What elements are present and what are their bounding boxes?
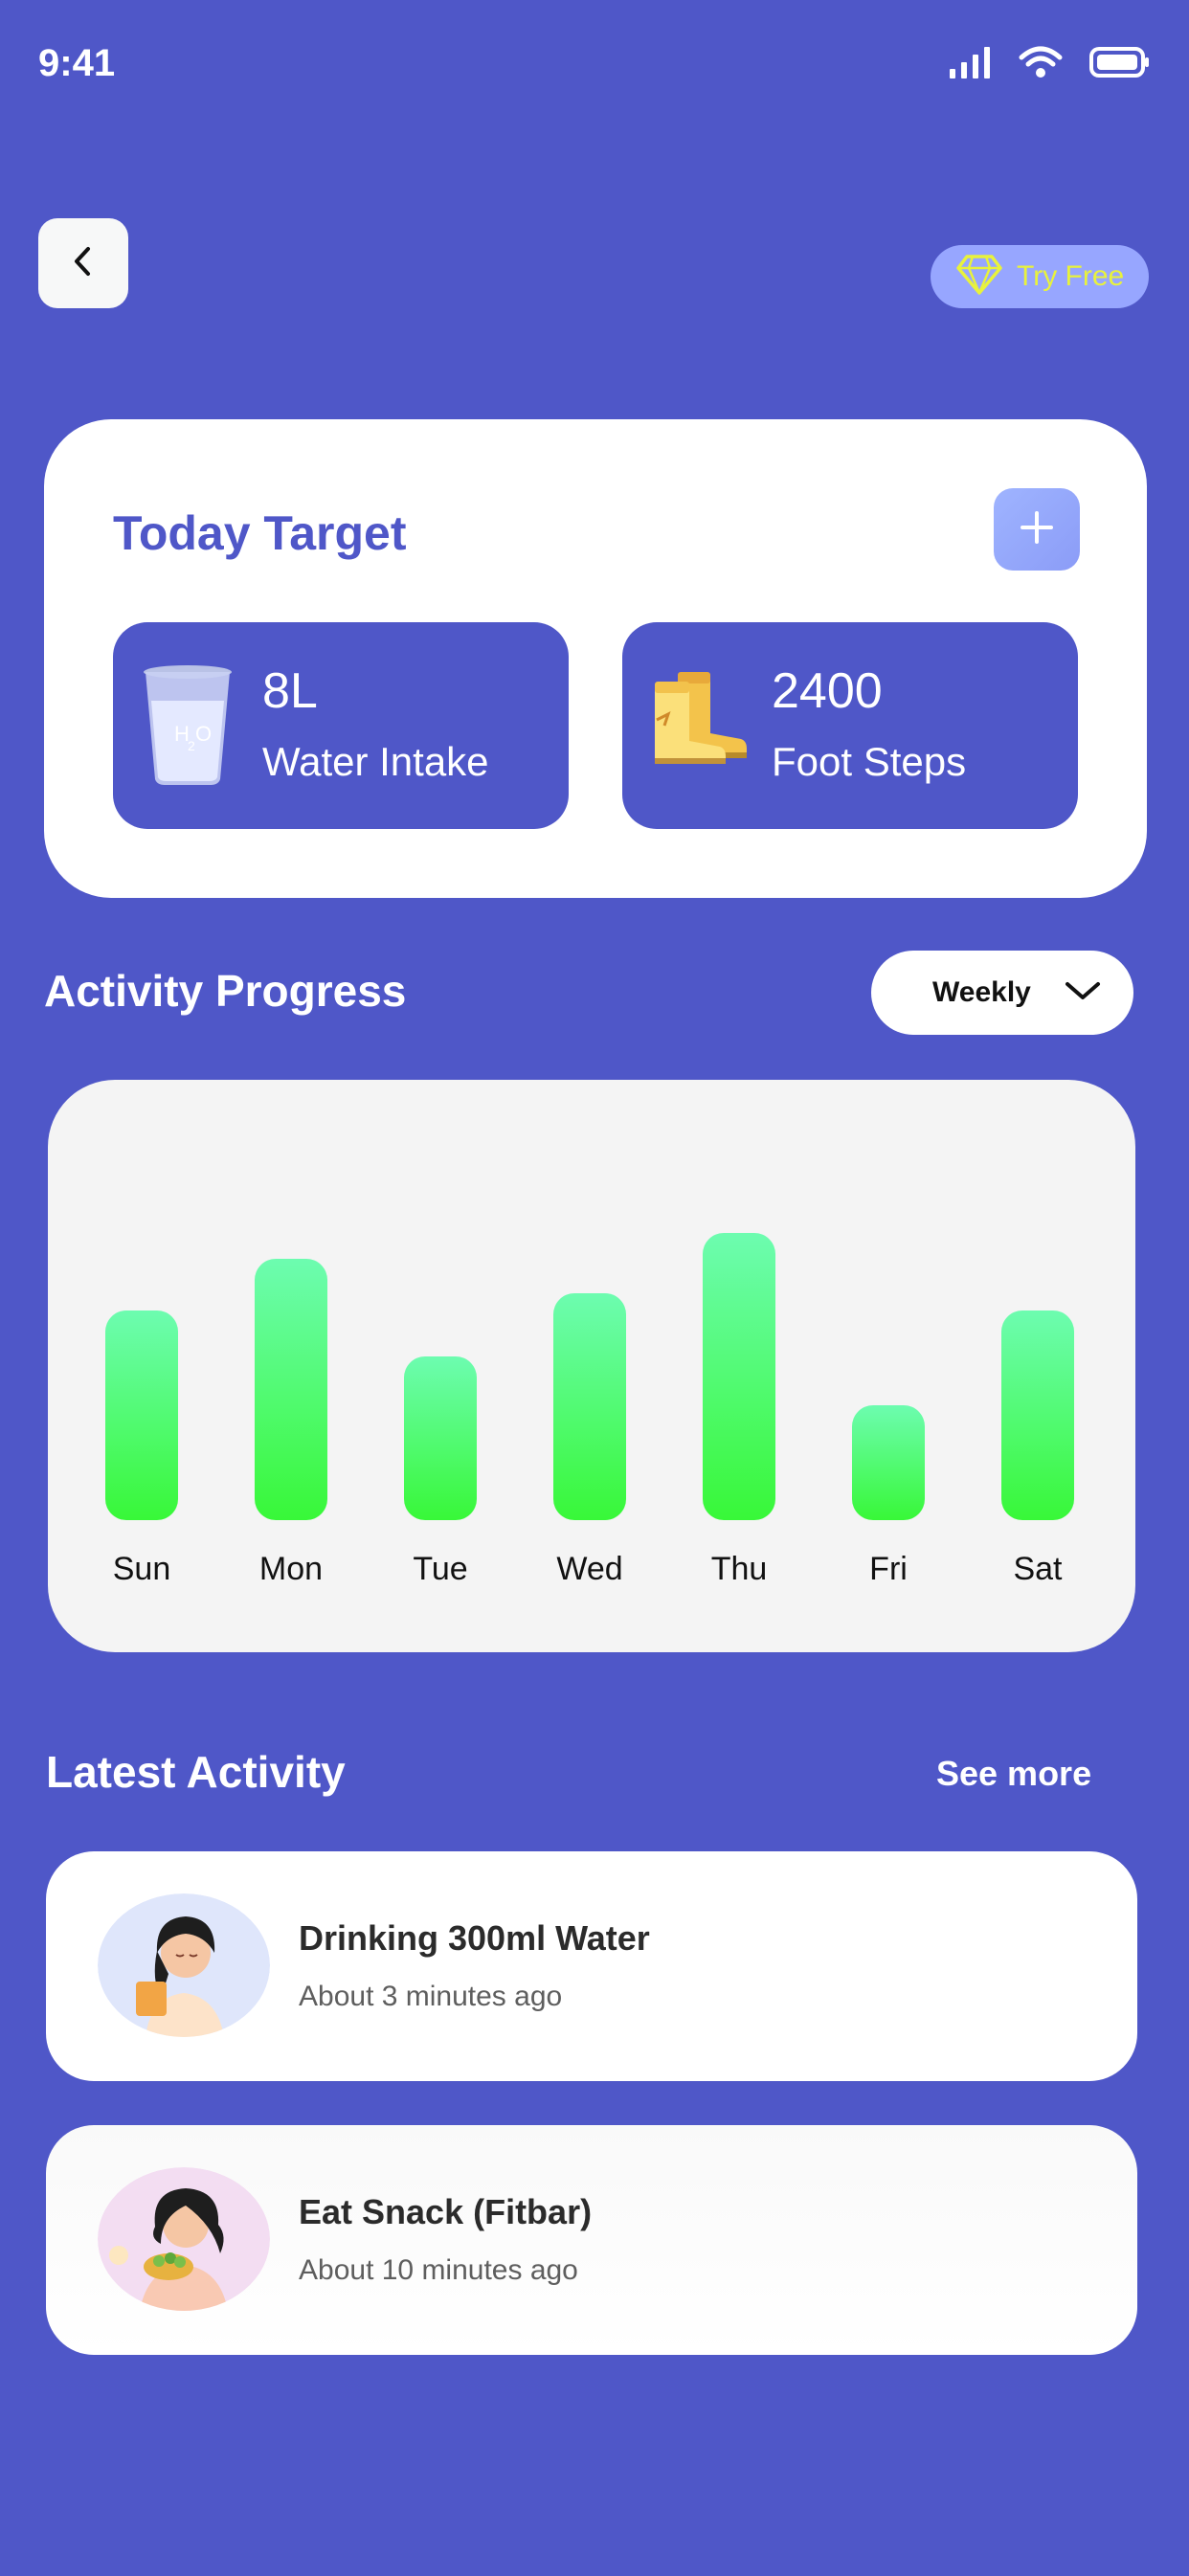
try-free-button[interactable]: Try Free: [931, 245, 1149, 308]
svg-text:2: 2: [188, 738, 195, 753]
period-dropdown[interactable]: Weekly: [871, 951, 1133, 1035]
x-tick-label: Sat: [1013, 1551, 1063, 1587]
x-tick-label: Sun: [113, 1551, 171, 1587]
activity-title: Eat Snack (Fitbar): [299, 2192, 593, 2231]
activity-time: About 10 minutes ago: [299, 2254, 578, 2286]
boots-icon: [649, 662, 754, 773]
activity-chart-card: Sun Mon Tue Wed Thu Fri Sat: [48, 1080, 1135, 1652]
try-free-label: Try Free: [1017, 260, 1125, 292]
diamond-icon: [955, 254, 1003, 301]
bar-sun: [105, 1310, 178, 1520]
water-intake-label: Water Intake: [262, 739, 489, 784]
see-more-link[interactable]: See more: [936, 1754, 1091, 1794]
x-tick-label: Thu: [711, 1551, 768, 1587]
foot-steps-tile[interactable]: 2400 Foot Steps: [622, 622, 1078, 829]
activity-title: Drinking 300ml Water: [299, 1918, 650, 1958]
bar-tue: [404, 1356, 477, 1520]
battery-icon: [1089, 46, 1151, 83]
svg-text:O: O: [195, 722, 212, 746]
signal-icon: [948, 46, 992, 83]
today-target-title: Today Target: [113, 506, 407, 560]
chevron-down-icon: [1064, 979, 1102, 1007]
water-intake-tile[interactable]: H 2 O 8L Water Intake: [113, 622, 569, 829]
add-target-button[interactable]: [994, 488, 1080, 571]
status-time: 9:41: [38, 42, 116, 84]
activity-progress-title: Activity Progress: [44, 966, 407, 1016]
x-tick-label: Tue: [413, 1551, 467, 1587]
x-tick-label: Fri: [869, 1551, 908, 1587]
bar-wed: [553, 1293, 626, 1520]
period-selected-label: Weekly: [932, 976, 1031, 1008]
chevron-left-icon: [69, 245, 98, 282]
bar-sat: [1001, 1310, 1074, 1520]
x-tick-label: Mon: [259, 1551, 323, 1587]
water-intake-value: 8L: [262, 663, 318, 719]
foot-steps-value: 2400: [772, 663, 883, 719]
bar-mon: [255, 1259, 327, 1520]
wifi-icon: [1019, 46, 1063, 83]
plus-icon: [1019, 509, 1055, 550]
foot-steps-label: Foot Steps: [772, 739, 967, 784]
latest-activity-title: Latest Activity: [46, 1747, 346, 1797]
x-tick-label: Wed: [556, 1551, 622, 1587]
activity-item[interactable]: Drinking 300ml Water About 3 minutes ago: [46, 1851, 1137, 2081]
woman-drinking-avatar: [98, 1893, 270, 2037]
bar-fri: [852, 1405, 925, 1520]
back-button[interactable]: [38, 218, 128, 308]
activity-bar-chart: Sun Mon Tue Wed Thu Fri Sat: [105, 1233, 1074, 1587]
status-icons: [948, 46, 1151, 83]
activity-item[interactable]: Eat Snack (Fitbar) About 10 minutes ago: [46, 2125, 1137, 2355]
woman-eating-avatar: [98, 2167, 270, 2311]
water-glass-icon: H 2 O: [140, 662, 236, 792]
bar-thu: [703, 1233, 775, 1520]
activity-time: About 3 minutes ago: [299, 1981, 563, 2012]
